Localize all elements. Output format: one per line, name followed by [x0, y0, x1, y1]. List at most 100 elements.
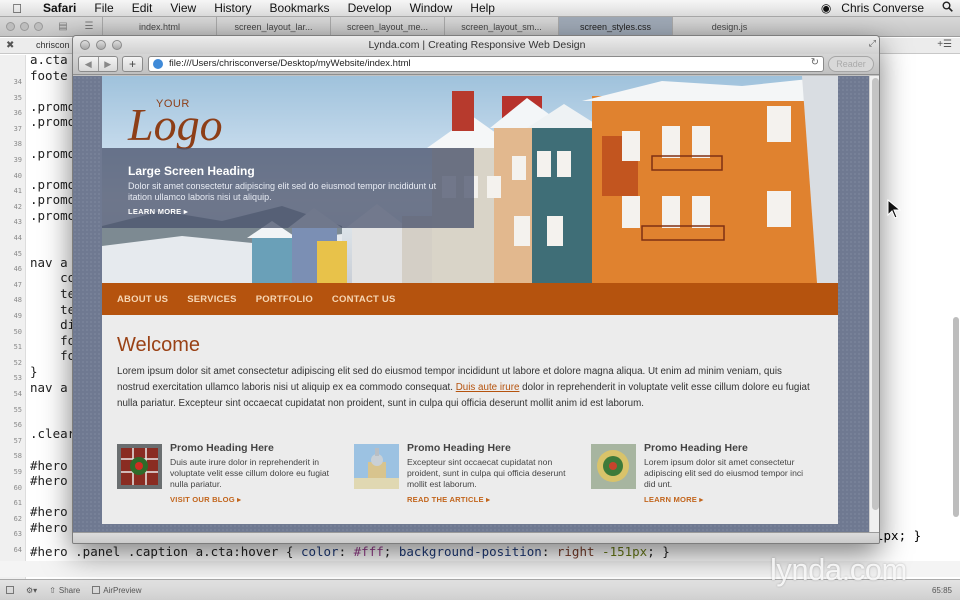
- menu-edit[interactable]: Edit: [123, 0, 162, 17]
- apple-icon[interactable]: : [0, 1, 34, 16]
- line-number: 43: [13, 218, 22, 227]
- url-text: file:///Users/chrisconverse/Desktop/myWe…: [169, 58, 411, 69]
- code-line[interactable]: fo: [30, 333, 75, 348]
- menu-bookmarks[interactable]: Bookmarks: [261, 0, 339, 17]
- nav-contact-us[interactable]: CONTACT US: [332, 294, 396, 305]
- page-scrollbar[interactable]: [869, 76, 879, 532]
- nav-services[interactable]: SERVICES: [187, 294, 236, 305]
- code-line[interactable]: foote: [30, 68, 68, 83]
- menu-bar:  Safari File Edit View History Bookmark…: [0, 0, 960, 17]
- forward-button[interactable]: ▶: [97, 57, 118, 71]
- code-line[interactable]: te: [30, 286, 75, 301]
- breadcrumb[interactable]: chriscon: [36, 40, 70, 50]
- line-number: 51: [13, 343, 22, 352]
- promo-3: Promo Heading Here Lorem ipsum dolor sit…: [591, 442, 811, 512]
- code-line[interactable]: nav a: [30, 380, 68, 395]
- menu-app[interactable]: Safari: [34, 0, 85, 17]
- line-number: 40: [13, 171, 22, 180]
- code-line[interactable]: #hero: [30, 473, 68, 488]
- airpreview-toggle[interactable]: AirPreview: [86, 586, 147, 595]
- code-line[interactable]: nav a: [30, 255, 68, 270]
- intro-inline-link[interactable]: Duis aute irure: [456, 382, 520, 393]
- code-line[interactable]: a.cta: [30, 52, 68, 67]
- document-icon[interactable]: ☰: [76, 17, 102, 36]
- reader-button[interactable]: Reader: [828, 56, 874, 72]
- chevron-right-icon: ▸: [183, 207, 188, 216]
- logo-word: Logo: [128, 99, 223, 150]
- fullscreen-icon[interactable]: ⤢: [869, 38, 876, 49]
- tab-screen-layout-large[interactable]: screen_layout_lar...: [216, 17, 330, 37]
- promo-3-link[interactable]: LEARN MORE ▸: [644, 495, 703, 504]
- code-line[interactable]: #hero: [30, 520, 68, 535]
- chevron-right-icon: ▸: [699, 495, 704, 504]
- menu-view[interactable]: View: [161, 0, 205, 17]
- promo-2: Promo Heading Here Excepteur sint occaec…: [354, 442, 574, 512]
- promo-1-link[interactable]: VISIT OUR BLOG ▸: [170, 495, 241, 504]
- line-number: 36: [13, 109, 22, 118]
- reload-icon[interactable]: ↻: [811, 57, 819, 68]
- code-line[interactable]: .promo: [30, 208, 75, 223]
- address-bar[interactable]: file:///Users/chrisconverse/Desktop/myWe…: [148, 56, 824, 72]
- line-number: 45: [13, 249, 22, 258]
- code-line-65[interactable]: #hero .panel .caption a.cta:hover { colo…: [30, 544, 670, 559]
- promo-2-image[interactable]: [354, 444, 399, 489]
- editor-scrollbar[interactable]: [952, 317, 960, 517]
- sidebar-icon[interactable]: ▤: [50, 17, 76, 36]
- line-number: 49: [13, 312, 22, 320]
- line-number: 50: [13, 327, 22, 336]
- share-button[interactable]: ⇧ Share: [43, 586, 86, 595]
- tab-screen-styles-css[interactable]: screen_styles.css: [558, 17, 672, 37]
- code-line[interactable]: co: [30, 270, 75, 285]
- menu-help[interactable]: Help: [461, 0, 504, 17]
- chevron-right-icon: ▸: [237, 495, 242, 504]
- gear-icon[interactable]: ⚙▾: [20, 586, 43, 595]
- code-line[interactable]: fo: [30, 348, 75, 363]
- line-number: 38: [13, 140, 22, 149]
- panel-toggle[interactable]: [0, 586, 20, 594]
- hero-text: Dolor sit amet consectetur adipiscing el…: [128, 181, 437, 202]
- code-line[interactable]: #hero: [30, 504, 68, 519]
- menu-file[interactable]: File: [85, 0, 122, 17]
- line-number: 39: [13, 156, 22, 164]
- creative-cloud-icon[interactable]: ◉: [821, 1, 831, 15]
- tab-index-html[interactable]: index.html: [102, 17, 216, 37]
- code-line[interactable]: te: [30, 302, 75, 317]
- code-line[interactable]: .promo: [30, 114, 75, 129]
- code-line[interactable]: .promo: [30, 146, 75, 161]
- tab-design-js[interactable]: design.js: [672, 17, 786, 37]
- promo-1-image[interactable]: [117, 444, 162, 489]
- line-number: 52: [13, 358, 22, 367]
- back-button[interactable]: ◀: [79, 57, 98, 71]
- promo-3-heading: Promo Heading Here: [644, 442, 748, 454]
- menu-window[interactable]: Window: [401, 0, 462, 17]
- close-icon[interactable]: ✖: [6, 40, 14, 51]
- lynda-watermark: lynda.com: [770, 552, 907, 587]
- code-line[interactable]: #hero: [30, 458, 68, 473]
- code-line[interactable]: .clear: [30, 426, 75, 441]
- promo-3-image[interactable]: [591, 444, 636, 489]
- promo-2-link[interactable]: READ THE ARTICLE ▸: [407, 495, 490, 504]
- user-name[interactable]: Chris Converse: [831, 1, 934, 15]
- split-add-icon[interactable]: +☰: [937, 39, 952, 50]
- code-line[interactable]: }: [30, 364, 38, 379]
- code-line[interactable]: .promo: [30, 192, 75, 207]
- add-bookmark-button[interactable]: +: [122, 56, 143, 72]
- intro-paragraph: Lorem ipsum dolor sit amet consectetur a…: [117, 366, 810, 409]
- code-line[interactable]: .promo: [30, 177, 75, 192]
- promo-2-text: Excepteur sint occaecat cupidatat non pr…: [407, 457, 566, 489]
- code-line[interactable]: di: [30, 317, 75, 332]
- menu-history[interactable]: History: [205, 0, 260, 17]
- promo-2-heading: Promo Heading Here: [407, 442, 511, 454]
- nav-portfolio[interactable]: PORTFOLIO: [256, 294, 313, 305]
- spotlight-icon[interactable]: [934, 1, 960, 15]
- line-number: 58: [13, 452, 22, 461]
- nav-about-us[interactable]: ABOUT US: [117, 294, 168, 305]
- code-line[interactable]: .promo: [30, 99, 75, 114]
- line-number: 34: [13, 78, 22, 86]
- tab-screen-layout-small[interactable]: screen_layout_sm...: [444, 17, 558, 37]
- tab-screen-layout-medium[interactable]: screen_layout_me...: [330, 17, 444, 37]
- menu-develop[interactable]: Develop: [339, 0, 401, 17]
- hero-learn-more-link[interactable]: LEARN MORE ▸: [128, 207, 188, 216]
- window-title: Lynda.com | Creating Responsive Web Desi…: [368, 39, 586, 51]
- window-controls[interactable]: [0, 17, 50, 36]
